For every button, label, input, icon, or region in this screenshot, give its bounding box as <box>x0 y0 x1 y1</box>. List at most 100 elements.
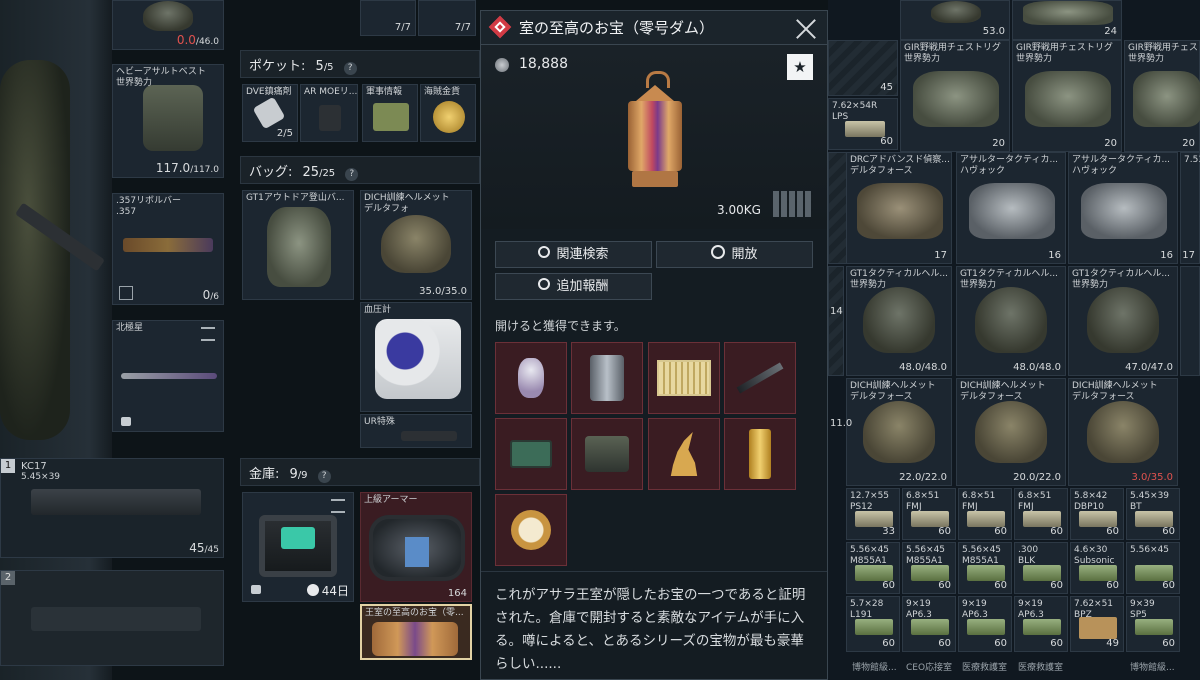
primary-weapon-slot[interactable]: 1 KC17 5.45×39 45/45 <box>0 458 224 558</box>
reward-pocket-watch[interactable] <box>495 494 567 566</box>
storage-item[interactable] <box>1180 266 1200 376</box>
ammo-item[interactable]: 5.56×45 M855A1 60 <box>846 542 900 594</box>
rarity-diamond-icon <box>488 15 512 39</box>
top-item-1[interactable]: 7/7 <box>360 0 416 36</box>
weapon-ammo: 45 <box>189 541 205 555</box>
safe-item-armor[interactable]: 上級アーマー 164 <box>360 492 472 602</box>
ammo-item[interactable]: 5.56×45 M855A1 60 <box>902 542 956 594</box>
reward-golden-statue[interactable] <box>648 418 720 490</box>
ammo-item[interactable]: 5.45×39 BT 60 <box>1126 488 1180 540</box>
favorite-star-icon[interactable]: ★ <box>787 54 813 80</box>
top-item-2[interactable]: 7/7 <box>418 0 476 36</box>
reward-lantern-device[interactable] <box>571 342 643 414</box>
bag-help-icon[interactable]: ? <box>345 168 359 181</box>
bag-item-ur-special[interactable]: UR特殊 <box>360 414 472 448</box>
item-price: 18,888 <box>519 56 568 72</box>
storage-item[interactable]: 53.0 <box>900 0 1010 40</box>
reward-knife[interactable] <box>724 342 796 414</box>
reward-rabbit-figurine[interactable] <box>495 342 567 414</box>
storage-item[interactable]: 24 <box>1012 0 1122 40</box>
related-search-button[interactable]: 関連検索 <box>495 241 652 268</box>
lock-icon <box>121 417 131 426</box>
revolver-name: .357リボルバー .357 <box>116 196 182 217</box>
safe-help-icon[interactable]: ? <box>317 470 331 483</box>
storage-item-helmet[interactable]: GT1タクティカルヘル... 世界勢力 48.0/48.0 <box>846 266 952 376</box>
storage-item-tactical-bag[interactable]: アサルタータクティカ... ハヴォック 16 <box>1068 152 1178 264</box>
bag-item-helmet[interactable]: DICH訓練ヘルメット デルタフォ 35.0/35.0 <box>360 190 472 300</box>
gold-ingot-icon <box>749 429 771 479</box>
storage-item-recon-bag[interactable]: DRCアドバンスド偵察... デルタフォース 17 <box>846 152 952 264</box>
ammo-item[interactable]: 5.56×45 M855A1 60 <box>958 542 1012 594</box>
extra-reward-button[interactable]: 追加報酬 <box>495 273 652 300</box>
storage-item-helmet[interactable]: DICH訓練ヘルメット デルタフォース 3.0/35.0 <box>1068 378 1178 486</box>
reward-radio[interactable] <box>571 418 643 490</box>
safe-label: 金庫: <box>249 467 280 482</box>
storage-item-helmet[interactable]: DICH訓練ヘルメット デルタフォース 20.0/22.0 <box>956 378 1066 486</box>
vest-slot[interactable]: ヘビーアサルトベスト 世界勢力 117.0/117.0 <box>112 64 224 178</box>
bag-item-bp-monitor[interactable]: 血圧計 <box>360 302 472 412</box>
bag-max: /25 <box>319 168 336 179</box>
reward-green-device[interactable] <box>495 418 567 490</box>
knife-slot[interactable]: 北極星 <box>112 320 224 432</box>
ammo-item[interactable]: .300 BLK 60 <box>1014 542 1068 594</box>
ammo-item[interactable]: 9×19 AP6.3 60 <box>1014 596 1068 652</box>
bag-count: 25 <box>302 165 320 180</box>
swap-icon[interactable] <box>201 327 215 341</box>
search-icon <box>538 246 551 258</box>
rabbit-figurine-icon <box>518 358 544 398</box>
gold-box-icon <box>657 360 711 396</box>
safe-item-royal-treasure[interactable]: 王室の至高のお宝（零... <box>360 604 472 660</box>
pocket-item-ar-moe[interactable]: AR MOEリ... <box>300 84 358 142</box>
secondary-weapon-slot[interactable]: 2 <box>0 570 224 666</box>
ammo-item[interactable]: 5.7×28 L191 60 <box>846 596 900 652</box>
weapon-ammo-max: /45 <box>204 545 219 555</box>
storage-item-chest-rig[interactable]: GIR野戦用チェストリグ世界勢力 20 <box>1012 40 1122 152</box>
timer-badge: 44日 <box>306 582 349 599</box>
pocket-help-icon[interactable]: ? <box>343 62 357 75</box>
ammo-item[interactable]: 6.8×51 FMJ 60 <box>902 488 956 540</box>
pocket-max: /5 <box>323 62 334 73</box>
storage-item-helmet[interactable]: GT1タクティカルヘル... 世界勢力 48.0/48.0 <box>956 266 1066 376</box>
ammo-item[interactable]: 6.8×51 FMJ 60 <box>1014 488 1068 540</box>
ammo-item[interactable]: 6.8×51 FMJ 60 <box>958 488 1012 540</box>
ammo-item[interactable]: 9×19 AP6.3 60 <box>902 596 956 652</box>
bag-item-backpack[interactable]: GT1アウトドア登山バ... <box>242 190 354 300</box>
close-icon[interactable] <box>795 18 817 40</box>
ammo-item[interactable]: 4.6×30 Subsonic 60 <box>1070 542 1124 594</box>
storage-item-tactical-bag[interactable]: アサルタータクティカ... ハヴォック 16 <box>956 152 1066 264</box>
revolver-slot[interactable]: .357リボルバー .357 0/6 <box>112 193 224 305</box>
top-armor-slot[interactable]: 0.0/46.0 <box>112 0 224 50</box>
revolver-icon <box>123 238 213 252</box>
safe-box-slot[interactable]: 44日 <box>242 492 354 602</box>
ammo-item[interactable]: 9×39 SP5 60 <box>1126 596 1180 652</box>
reward-gold-ingot[interactable] <box>724 418 796 490</box>
popup-title: 室の至高のお宝（零号ダム） <box>519 19 715 37</box>
item-weight: 3.00KG <box>717 203 761 217</box>
backpack-icon <box>267 207 331 287</box>
knife-icon <box>121 373 217 379</box>
knife-icon <box>736 362 784 394</box>
pocket-label: ポケット: <box>249 59 306 74</box>
storage-item-chest-rig[interactable]: GIR野戦用チェストリグ世界勢力 20 <box>900 40 1010 152</box>
storage-item[interactable] <box>828 266 844 376</box>
ammo-item[interactable]: 12.7×55 PS12 33 <box>846 488 900 540</box>
pocket-item-painkiller[interactable]: DVE鎮痛剤 2/5 <box>242 84 298 142</box>
ammo-item[interactable]: 5.56×45 60 <box>1126 542 1180 594</box>
pocket-item-intel[interactable]: 軍事情報 <box>362 84 418 142</box>
storage-item-chest-rig[interactable]: GIR野戦用チェストリグ世界勢力 20 <box>1124 40 1200 152</box>
swap-icon[interactable] <box>331 499 345 513</box>
gold-coin-icon <box>433 101 465 133</box>
storage-item-helmet[interactable]: GT1タクティカルヘル... 世界勢力 47.0/47.0 <box>1068 266 1178 376</box>
ammo-item[interactable]: 7.62×51 BPZ 49 <box>1070 596 1124 652</box>
pocket-item-pirate-coin[interactable]: 海賊金貨 <box>420 84 476 142</box>
reward-gold-box[interactable] <box>648 342 720 414</box>
ammo-item[interactable]: 5.8×42 DBP10 60 <box>1070 488 1124 540</box>
storage-item[interactable]: 45 <box>828 40 898 96</box>
ammo-item[interactable]: 9×19 AP6.3 60 <box>958 596 1012 652</box>
safe-count: 9 <box>289 467 298 482</box>
open-button[interactable]: 開放 <box>656 241 813 268</box>
storage-item-helmet[interactable]: DICH訓練ヘルメット デルタフォース 22.0/22.0 <box>846 378 952 486</box>
storage-item[interactable]: 7.53 17 <box>1180 152 1200 264</box>
storage-item-ammo[interactable]: 7.62×54R LPS 60 <box>828 98 898 150</box>
item-detail-popup: 室の至高のお宝（零号ダム） 18,888 ★ 3.00KG 関連検索 開放 追加… <box>480 10 828 680</box>
